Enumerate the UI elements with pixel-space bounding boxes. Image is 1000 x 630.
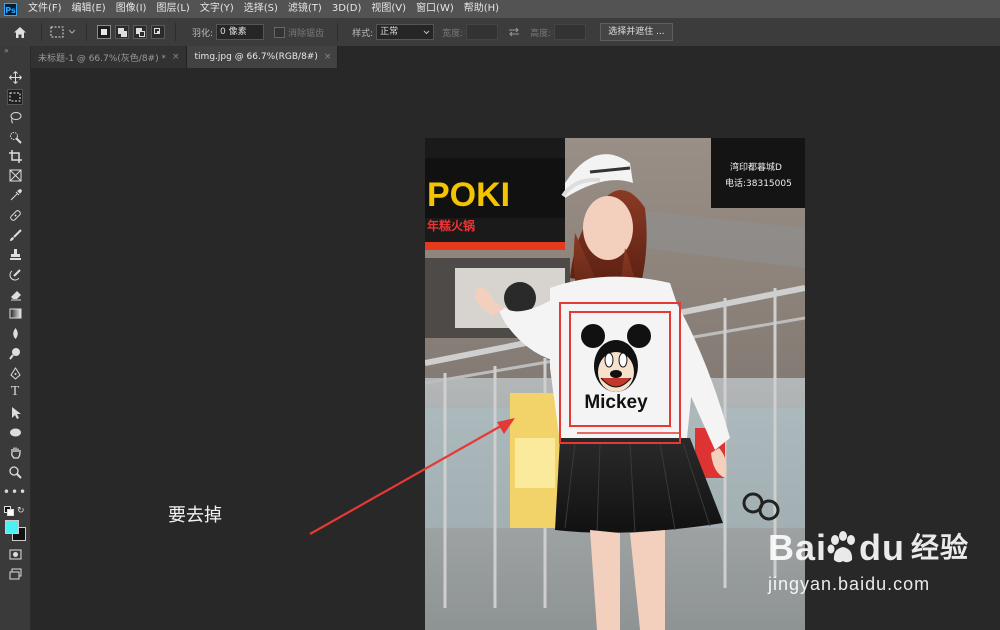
crop-tool-icon[interactable]: [7, 148, 23, 164]
lasso-tool-icon[interactable]: [7, 109, 23, 125]
menu-type[interactable]: 文字(Y): [195, 0, 239, 18]
frame-tool-icon[interactable]: [7, 167, 23, 183]
menu-filter[interactable]: 滤镜(T): [283, 0, 327, 18]
antialias-checkbox[interactable]: 消除锯齿: [274, 26, 327, 39]
feather-label: 羽化:: [192, 28, 214, 39]
watermark-brand-a: Bai: [768, 527, 828, 568]
baidu-jingyan-watermark: Bai du 经验 jingyan.baidu.com: [768, 527, 970, 595]
intersect-selection-button[interactable]: [151, 25, 165, 39]
collapse-panel-icon[interactable]: »: [4, 46, 9, 55]
height-label: 高度:: [530, 28, 552, 39]
foreground-color-fill: [6, 521, 18, 533]
gradient-tool-icon[interactable]: [7, 305, 23, 321]
sign-right-line-2: 电话:38315005: [725, 177, 792, 189]
swap-colors-icon[interactable]: ↻: [17, 506, 25, 516]
history-brush-tool-icon[interactable]: [7, 266, 23, 282]
new-selection-button[interactable]: [97, 25, 111, 39]
chevron-down-icon: [423, 30, 430, 34]
chevron-down-icon: [68, 29, 76, 34]
default-colors-icon[interactable]: [4, 506, 14, 516]
close-icon[interactable]: ×: [172, 52, 180, 62]
photoshop-logo-icon: Ps: [4, 2, 17, 16]
options-bar: 羽化: 0 像素 消除锯齿 样式: 正常 宽度: 高度: 选择并遮住 ...: [0, 18, 1000, 47]
document-tabs: 未标题-1 @ 66.7%(灰色/8#) * × timg.jpg @ 66.7…: [30, 46, 1000, 68]
divider: [86, 23, 87, 41]
swap-arrows-icon: [509, 27, 520, 37]
swap-dimensions-button[interactable]: [508, 27, 520, 37]
menu-edit[interactable]: 编辑(E): [67, 0, 111, 18]
dodge-tool-icon[interactable]: [7, 345, 23, 361]
tools-panel: » T ••• ↻: [0, 46, 31, 630]
eraser-tool-icon[interactable]: [7, 286, 23, 302]
home-icon: [14, 26, 26, 38]
more-tools-icon[interactable]: •••: [3, 484, 26, 500]
sign-left-text: POKI: [427, 176, 510, 214]
paw-logo-icon: [827, 531, 856, 563]
rect-marquee-tool-icon[interactable]: [7, 89, 23, 105]
divider: [41, 23, 42, 41]
subtract-from-selection-button[interactable]: [133, 25, 147, 39]
document-image[interactable]: POKI 年糕火锅 湾印都暮城D 电话:38315005 Mickey: [425, 138, 805, 630]
pen-tool-icon[interactable]: [7, 365, 23, 381]
ellipse-tool-icon[interactable]: [7, 424, 23, 440]
watermark-url: jingyan.baidu.com: [768, 574, 931, 594]
hand-tool-icon[interactable]: [7, 444, 23, 460]
height-input[interactable]: [554, 24, 587, 40]
rect-marquee-icon: [50, 26, 64, 38]
watermark-brand-b: du: [859, 527, 906, 568]
tab-untitled-1[interactable]: 未标题-1 @ 66.7%(灰色/8#) * ×: [30, 46, 187, 68]
divider: [337, 23, 339, 41]
foreground-color-swatch[interactable]: [5, 520, 19, 534]
screen-mode-icon[interactable]: [7, 566, 23, 582]
menu-select[interactable]: 选择(S): [239, 0, 283, 18]
clone-stamp-tool-icon[interactable]: [7, 246, 23, 262]
sign-left-subtext: 年糕火锅: [427, 218, 475, 233]
tab-label: timg.jpg @ 66.7%(RGB/8#): [194, 52, 318, 62]
add-to-selection-button[interactable]: [115, 25, 129, 39]
menu-layer[interactable]: 图层(L): [151, 0, 194, 18]
zoom-tool-icon[interactable]: [7, 464, 23, 480]
annotation-label: 要去掉: [168, 505, 222, 526]
style-select[interactable]: 正常: [376, 24, 435, 40]
move-tool-icon[interactable]: [7, 69, 23, 85]
menu-bar: Ps 文件(F) 编辑(E) 图像(I) 图层(L) 文字(Y) 选择(S) 滤…: [0, 0, 1000, 18]
divider: [175, 23, 176, 41]
tab-timg[interactable]: timg.jpg @ 66.7%(RGB/8#) ×: [186, 46, 339, 68]
tab-label: 未标题-1 @ 66.7%(灰色/8#) *: [38, 53, 166, 64]
quick-select-tool-icon[interactable]: [7, 129, 23, 145]
annotation-arrow: [309, 418, 515, 535]
menu-help[interactable]: 帮助(H): [459, 0, 504, 18]
sign-right-line-1: 湾印都暮城D: [730, 161, 782, 173]
style-label: 样式:: [352, 28, 374, 39]
type-tool-icon[interactable]: T: [7, 384, 23, 400]
eyedropper-tool-icon[interactable]: [7, 187, 23, 203]
width-input[interactable]: [466, 24, 499, 40]
antialias-label: 消除锯齿: [288, 28, 325, 39]
menu-image[interactable]: 图像(I): [111, 0, 152, 18]
blur-tool-icon[interactable]: [7, 325, 23, 341]
healing-brush-tool-icon[interactable]: [7, 207, 23, 223]
path-selection-tool-icon[interactable]: [7, 404, 23, 420]
marquee-tool-preset[interactable]: [50, 26, 76, 38]
menu-view[interactable]: 视图(V): [366, 0, 411, 18]
style-select-value: 正常: [380, 27, 399, 37]
brush-tool-icon[interactable]: [7, 227, 23, 243]
photo-illustration: POKI 年糕火锅 湾印都暮城D 电话:38315005 Mickey: [425, 138, 805, 630]
select-and-mask-button[interactable]: 选择并遮住 ...: [600, 23, 673, 41]
menu-window[interactable]: 窗口(W): [411, 0, 459, 18]
quick-mask-icon[interactable]: [7, 546, 23, 562]
watermark-brand-cn: 经验: [911, 531, 970, 564]
close-icon[interactable]: ×: [324, 52, 332, 62]
width-label: 宽度:: [442, 28, 464, 39]
menu-3d[interactable]: 3D(D): [327, 0, 367, 18]
shirt-print-text: Mickey: [584, 392, 648, 413]
home-button[interactable]: [13, 26, 27, 39]
feather-input[interactable]: 0 像素: [216, 24, 265, 40]
menu-file[interactable]: 文件(F): [23, 0, 67, 18]
antialias-checkbox-box[interactable]: [274, 26, 286, 38]
